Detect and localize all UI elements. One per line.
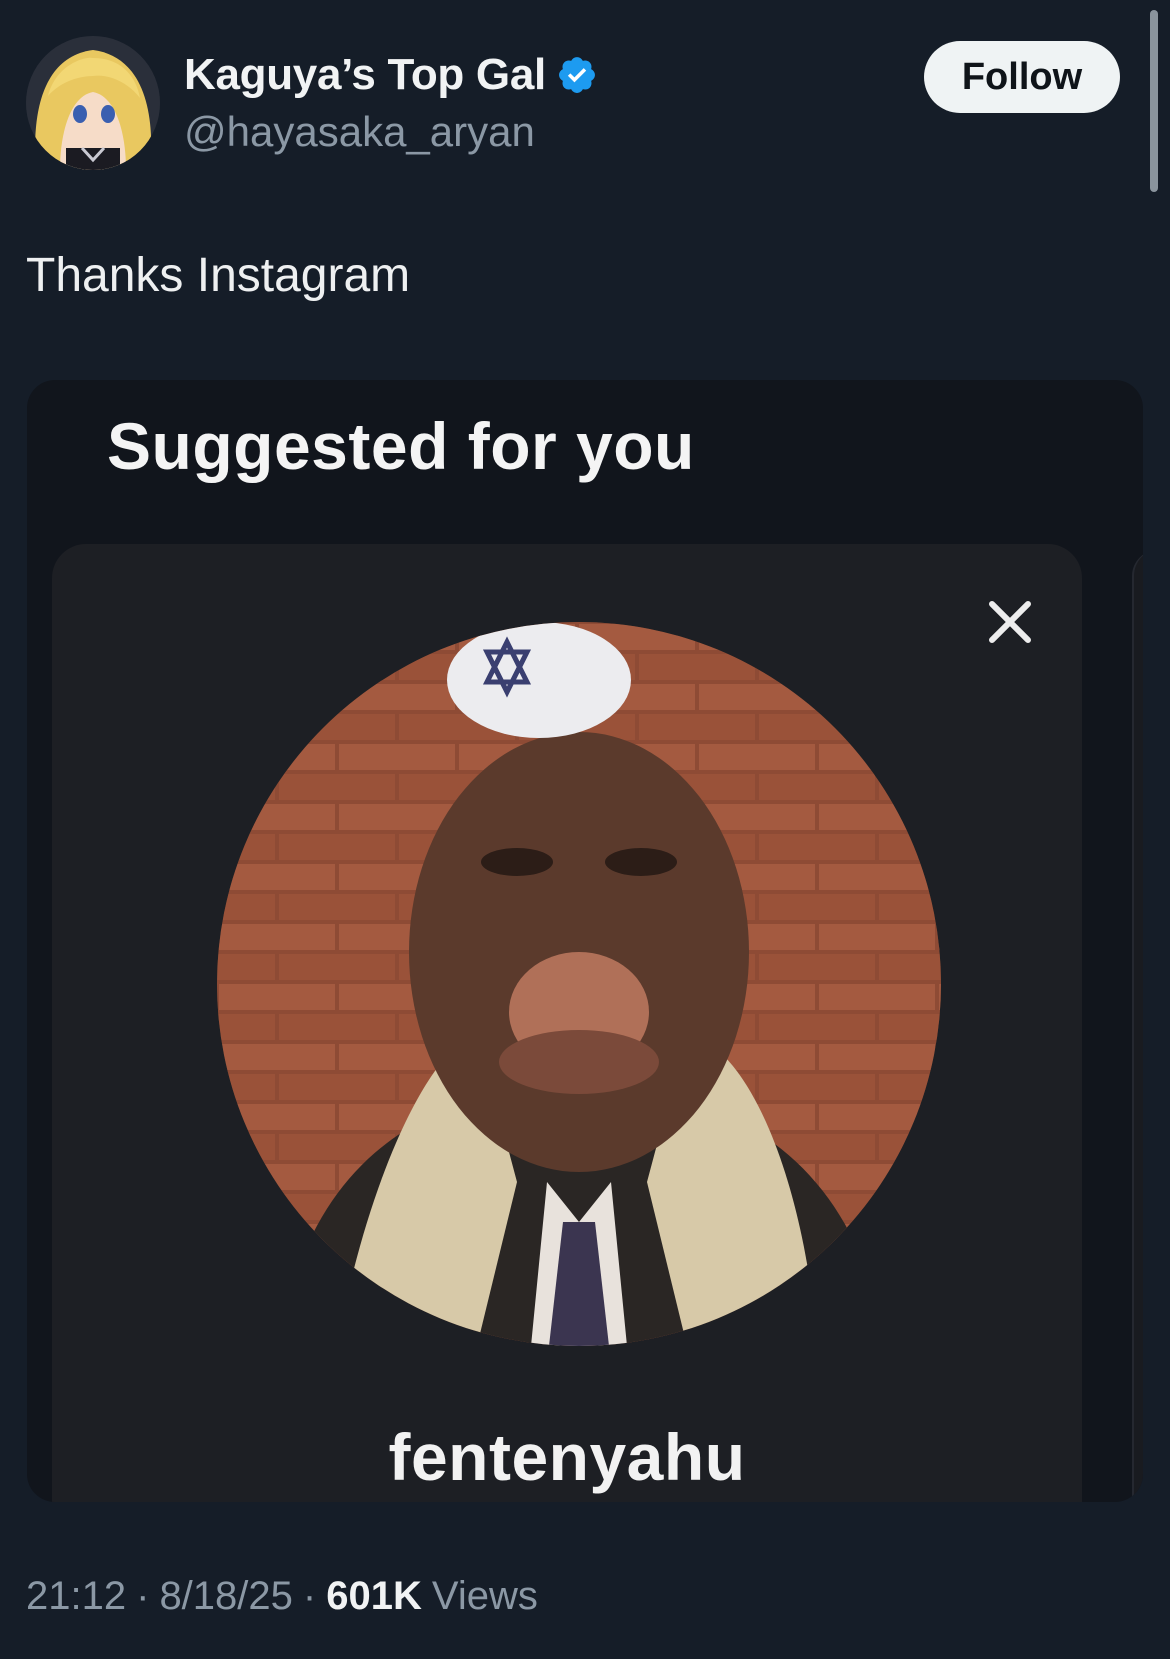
meta-separator: ·	[302, 1574, 317, 1618]
close-icon[interactable]	[982, 594, 1038, 650]
tweet-meta: 21:12 · 8/18/25 · 601K Views	[26, 1574, 538, 1619]
anime-avatar-icon	[26, 36, 160, 170]
suggested-username[interactable]: fentenyahu	[52, 1419, 1082, 1495]
tweet-date[interactable]: 8/18/25	[159, 1574, 292, 1619]
follow-button[interactable]: Follow	[924, 41, 1120, 113]
profile-photo-icon	[217, 622, 941, 1346]
tweet-header: Kaguya’s Top Gal @hayasaka_aryan Follow	[26, 36, 1130, 176]
next-suggestion-card-edge	[1132, 550, 1143, 1502]
scrollbar[interactable]	[1150, 10, 1158, 192]
tweet-text: Thanks Instagram	[26, 249, 411, 302]
author-handle[interactable]: @hayasaka_aryan	[184, 108, 535, 156]
tweet-time[interactable]: 21:12	[26, 1574, 126, 1619]
author-avatar[interactable]	[26, 36, 160, 170]
author-display-name[interactable]: Kaguya’s Top Gal	[184, 50, 546, 100]
verified-badge-icon[interactable]	[556, 54, 598, 96]
views-label: Views	[431, 1574, 538, 1618]
views-count: 601K	[326, 1574, 422, 1618]
author-name-row: Kaguya’s Top Gal	[184, 50, 598, 100]
suggestion-card: fentenyahu	[52, 544, 1082, 1502]
suggested-profile-picture[interactable]	[217, 622, 941, 1346]
tweet-media-image[interactable]: Suggested for you fentenyahu	[27, 380, 1143, 1502]
meta-separator: ·	[136, 1574, 150, 1618]
suggested-title: Suggested for you	[107, 409, 695, 483]
